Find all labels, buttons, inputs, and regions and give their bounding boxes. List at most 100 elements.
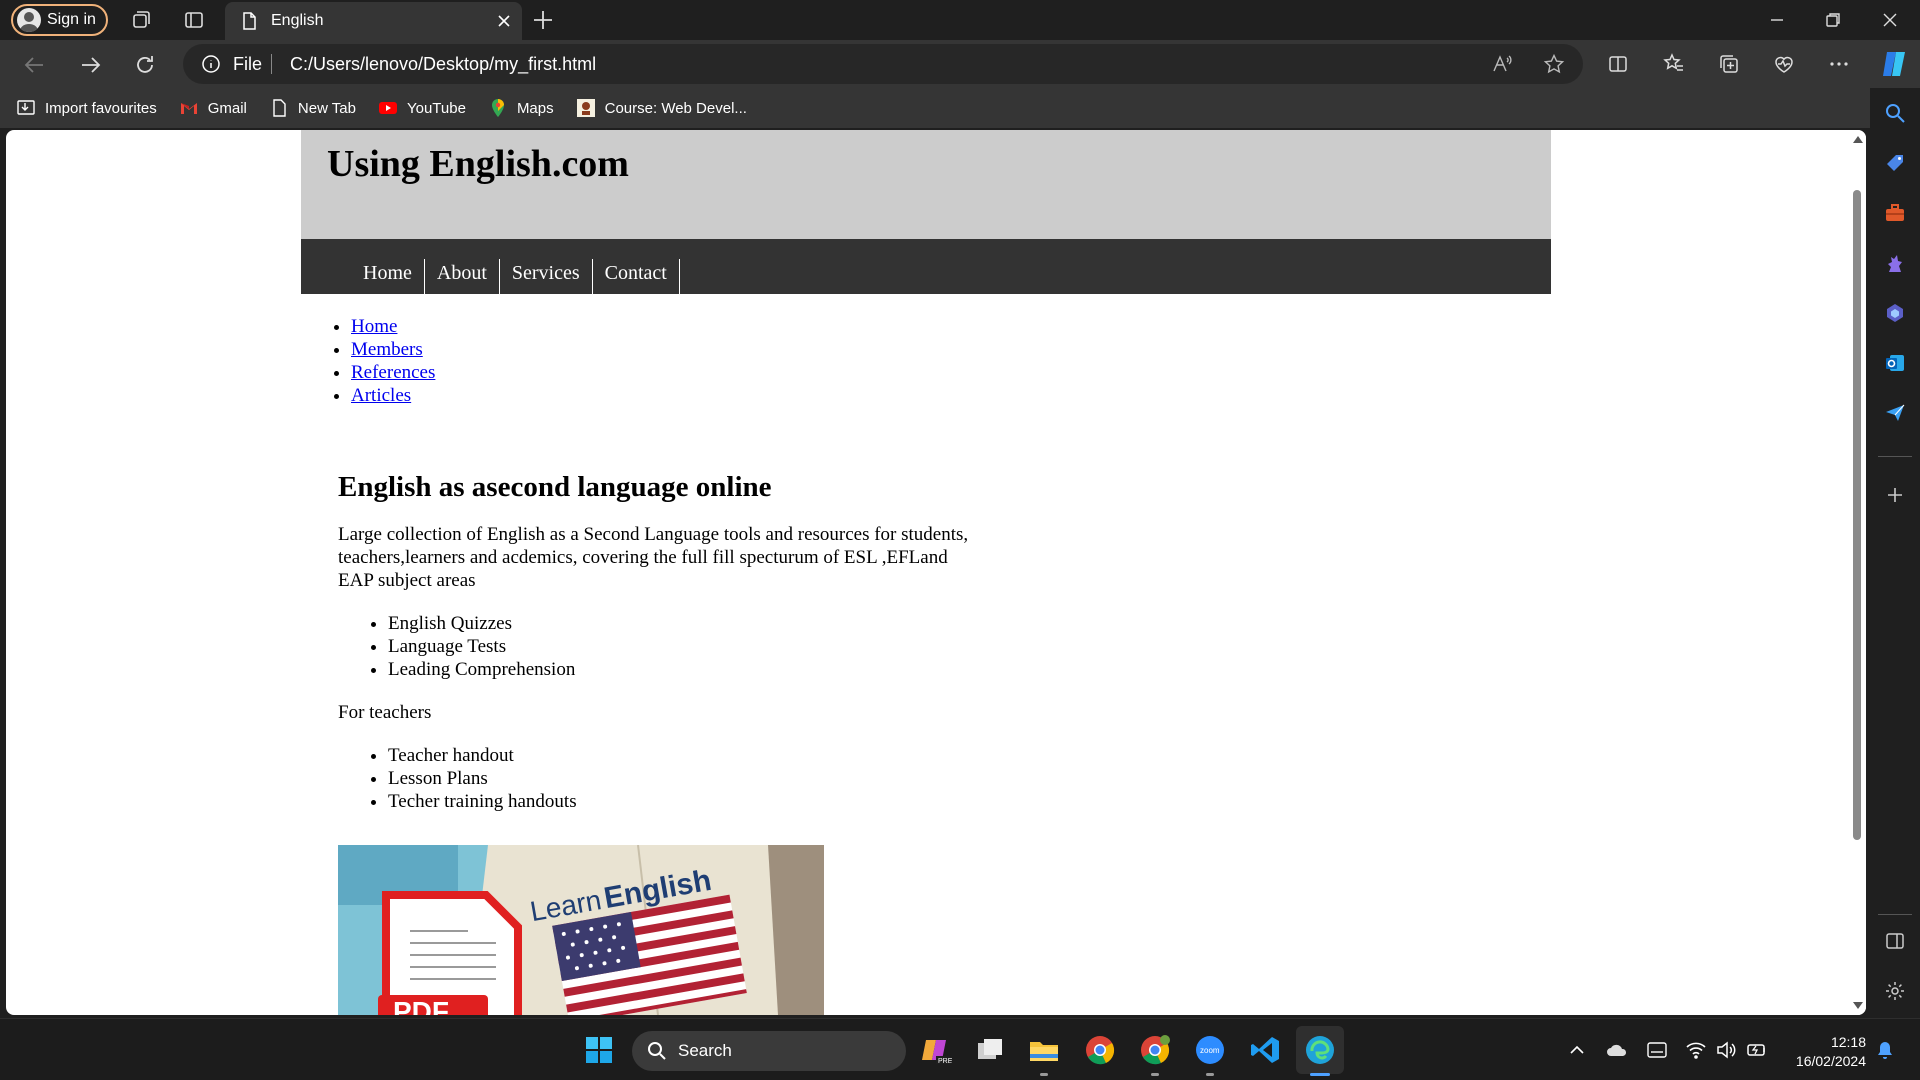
- clock-time: 12:18: [1830, 1034, 1866, 1050]
- svg-text:PRE: PRE: [938, 1058, 952, 1065]
- youtube-icon: [378, 102, 397, 114]
- search-icon[interactable]: [1884, 102, 1906, 124]
- sign-in-label: Sign in: [47, 11, 96, 28]
- link-members[interactable]: Members: [351, 339, 423, 360]
- bookmark-new-tab[interactable]: New Tab: [269, 98, 356, 118]
- windows-start-icon[interactable]: [583, 1034, 615, 1066]
- address-bar[interactable]: File C:/Users/lenovo/Desktop/my_first.ht…: [183, 44, 1583, 84]
- close-tab-icon[interactable]: [494, 11, 514, 31]
- profile-avatar-icon: [17, 8, 41, 32]
- list-item: Home: [351, 315, 1551, 338]
- tab-title: English: [271, 12, 324, 29]
- bookmark-label: YouTube: [406, 99, 466, 117]
- bookmark-import-favourites[interactable]: Import favourites: [16, 98, 157, 118]
- hide-sidebar-icon[interactable]: [1884, 930, 1906, 952]
- import-icon: [17, 100, 35, 115]
- chrome-profile-icon[interactable]: [1139, 1034, 1171, 1066]
- sign-in-button[interactable]: Sign in: [11, 4, 108, 36]
- bookmark-gmail[interactable]: Gmail: [179, 98, 247, 118]
- scroll-thumb[interactable]: [1853, 190, 1861, 840]
- bookmark-label: New Tab: [297, 99, 356, 117]
- task-view-icon[interactable]: [974, 1034, 1006, 1066]
- tab-actions-icon[interactable]: [182, 8, 206, 32]
- browser-essentials-icon[interactable]: [1772, 52, 1796, 76]
- file-scheme-label: File: [233, 54, 263, 74]
- info-icon[interactable]: [201, 54, 221, 74]
- forward-icon[interactable]: [77, 52, 103, 78]
- battery-charging-icon[interactable]: [1746, 1039, 1768, 1061]
- page-icon: [273, 99, 286, 117]
- learn-english-image: Learn English PDF: [338, 845, 824, 1015]
- nav-about[interactable]: About: [425, 259, 500, 294]
- wifi-icon[interactable]: [1685, 1039, 1707, 1061]
- scroll-up-icon[interactable]: [1853, 136, 1863, 143]
- bookmark-course-web-dev[interactable]: Course: Web Devel...: [576, 98, 747, 118]
- link-home[interactable]: Home: [351, 316, 397, 337]
- copilot-preview-icon[interactable]: PRE: [920, 1034, 952, 1066]
- clock-date: 16/02/2024: [1795, 1053, 1866, 1069]
- page-viewport[interactable]: Using English.com Home About Services Co…: [6, 130, 1866, 1015]
- system-clock[interactable]: 12:18 16/02/2024: [1780, 1033, 1866, 1071]
- show-hidden-icons-chevron-icon[interactable]: [1568, 1041, 1586, 1059]
- list-item: Articles: [351, 384, 1551, 407]
- list-item: English Quizzes: [388, 612, 978, 635]
- send-icon[interactable]: [1884, 402, 1906, 424]
- touch-keyboard-icon[interactable]: [1646, 1040, 1668, 1060]
- collections-icon[interactable]: [1717, 52, 1741, 76]
- page-heading: English as asecond language online: [338, 471, 772, 503]
- url-text[interactable]: C:/Users/lenovo/Desktop/my_first.html: [290, 54, 596, 75]
- workspaces-icon[interactable]: [129, 8, 153, 32]
- file-explorer-icon[interactable]: [1028, 1034, 1060, 1066]
- running-indicator: [1151, 1073, 1159, 1076]
- split-screen-icon[interactable]: [1606, 52, 1630, 76]
- restore-icon[interactable]: [1821, 8, 1845, 32]
- tab-english[interactable]: English: [225, 2, 522, 40]
- bookmark-maps[interactable]: Maps: [488, 98, 554, 118]
- nav-home[interactable]: Home: [351, 259, 425, 294]
- running-indicator: [1040, 1073, 1048, 1076]
- tools-icon[interactable]: [1884, 202, 1906, 224]
- favorites-icon[interactable]: [1662, 52, 1686, 76]
- vscode-icon[interactable]: [1249, 1034, 1281, 1066]
- shopping-tag-icon[interactable]: [1884, 152, 1906, 174]
- notification-bell-icon[interactable]: [1874, 1039, 1896, 1061]
- nav-services[interactable]: Services: [500, 259, 593, 294]
- bookmark-youtube[interactable]: YouTube: [378, 98, 466, 118]
- title-bar: Sign in English: [0, 0, 1920, 40]
- add-icon[interactable]: [1884, 484, 1906, 506]
- list-item: Teacher handout: [388, 744, 978, 767]
- sidebar-divider: [1878, 456, 1912, 457]
- scroll-down-icon[interactable]: [1853, 1002, 1863, 1009]
- secondary-links: Home Members References Articles: [351, 315, 1551, 407]
- taskbar-search[interactable]: Search: [632, 1031, 906, 1071]
- student-resources-list: English Quizzes Language Tests Leading C…: [388, 612, 978, 681]
- link-articles[interactable]: Articles: [351, 385, 411, 406]
- svg-text:zoom: zoom: [1200, 1046, 1220, 1055]
- main-nav: Home About Services Contact: [301, 239, 1551, 294]
- more-options-icon[interactable]: [1827, 52, 1851, 76]
- read-aloud-icon[interactable]: [1491, 53, 1513, 75]
- copilot-app-icon[interactable]: [1884, 302, 1906, 324]
- learn-english-illustration: Learn English PDF: [338, 845, 824, 1015]
- back-icon[interactable]: [22, 52, 48, 78]
- image-pdf-text: PDF: [393, 996, 449, 1015]
- close-window-icon[interactable]: [1878, 8, 1902, 32]
- active-indicator: [1310, 1073, 1330, 1076]
- copilot-icon[interactable]: [1878, 48, 1910, 80]
- course-icon: [576, 99, 595, 117]
- games-icon[interactable]: [1884, 252, 1906, 274]
- nav-contact[interactable]: Contact: [593, 259, 680, 294]
- refresh-icon[interactable]: [132, 52, 158, 78]
- favorite-star-icon[interactable]: [1543, 53, 1565, 75]
- outlook-icon[interactable]: [1884, 352, 1906, 374]
- minimize-icon[interactable]: [1765, 8, 1789, 32]
- onedrive-icon[interactable]: [1606, 1040, 1628, 1060]
- new-tab-icon[interactable]: [530, 7, 556, 33]
- zoom-icon[interactable]: zoom: [1194, 1034, 1226, 1066]
- chrome-icon[interactable]: [1084, 1034, 1116, 1066]
- settings-gear-icon[interactable]: [1884, 980, 1906, 1002]
- edge-icon[interactable]: [1304, 1034, 1336, 1066]
- volume-icon[interactable]: [1715, 1039, 1737, 1061]
- vertical-scrollbar[interactable]: [1848, 130, 1866, 1015]
- link-references[interactable]: References: [351, 362, 435, 383]
